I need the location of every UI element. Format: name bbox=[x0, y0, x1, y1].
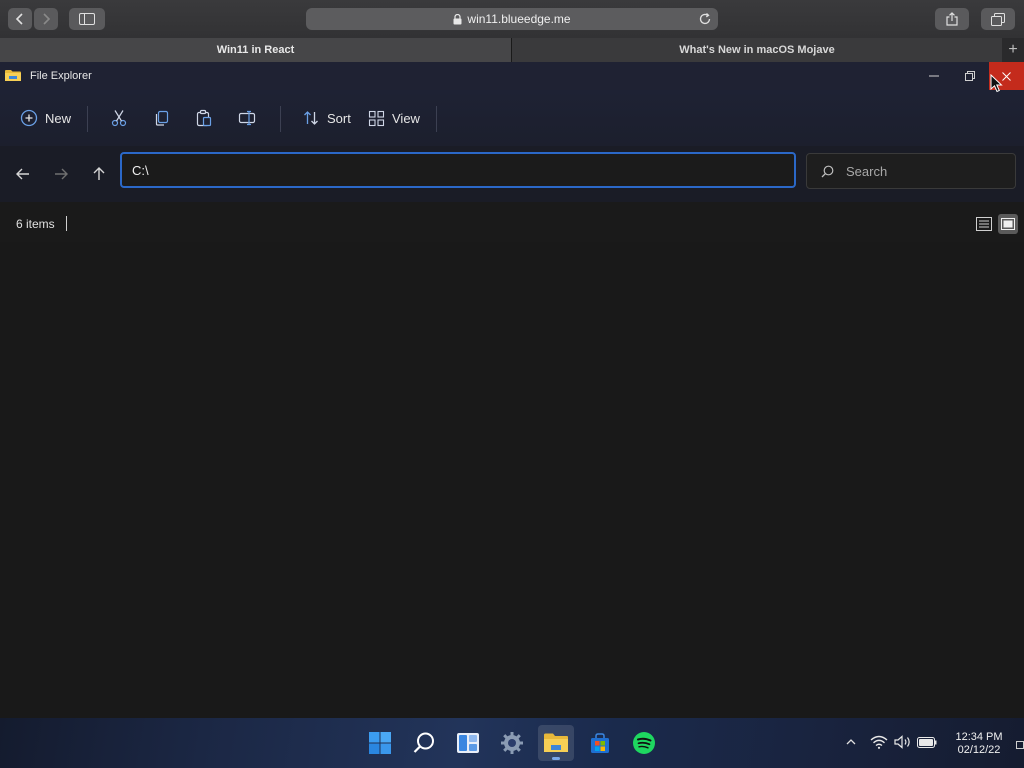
minimize-button[interactable] bbox=[917, 62, 951, 90]
search-icon bbox=[413, 732, 434, 753]
file-explorer-taskbar-button[interactable] bbox=[538, 725, 574, 761]
taskbar-search-button[interactable] bbox=[406, 725, 442, 761]
active-indicator bbox=[552, 757, 560, 760]
search-placeholder: Search bbox=[846, 163, 888, 179]
browser-forward-button[interactable] bbox=[34, 8, 58, 30]
share-button[interactable] bbox=[935, 8, 969, 30]
paste-button[interactable] bbox=[195, 106, 213, 130]
chevron-up-icon bbox=[846, 739, 856, 745]
forward-button[interactable] bbox=[49, 162, 73, 186]
clock-time: 12:34 PM bbox=[955, 731, 1003, 743]
chevron-right-icon bbox=[43, 13, 51, 25]
clock-date: 02/12/22 bbox=[957, 744, 1001, 756]
copy-icon bbox=[155, 110, 169, 126]
address-path: C:\ bbox=[132, 162, 149, 178]
toolbar-divider bbox=[280, 106, 281, 132]
arrow-up-icon bbox=[93, 167, 105, 180]
start-icon bbox=[369, 732, 391, 754]
clock[interactable]: 12:34 PM 02/12/22 bbox=[946, 731, 1012, 757]
volume-button[interactable] bbox=[893, 732, 913, 752]
new-label: New bbox=[45, 110, 72, 126]
address-row: C:\ Search bbox=[0, 146, 1024, 202]
new-button[interactable]: New bbox=[20, 106, 71, 130]
view-button[interactable]: View bbox=[368, 106, 420, 130]
address-input[interactable]: C:\ bbox=[120, 152, 796, 188]
settings-button[interactable] bbox=[494, 725, 530, 761]
store-icon bbox=[591, 733, 609, 753]
lock-icon bbox=[453, 13, 462, 25]
folder-icon bbox=[5, 69, 21, 87]
browser-toolbar: win11.blueedge.me bbox=[0, 0, 1024, 39]
up-button[interactable] bbox=[87, 162, 111, 186]
reload-icon[interactable] bbox=[698, 12, 712, 29]
browser-tab-strip: Win11 in React What's New in macOS Mojav… bbox=[0, 38, 1024, 63]
arrow-right-icon bbox=[55, 168, 68, 180]
cut-button[interactable] bbox=[110, 106, 128, 130]
battery-icon bbox=[917, 736, 937, 748]
volume-icon bbox=[894, 735, 910, 749]
store-button[interactable] bbox=[582, 725, 618, 761]
sort-label: Sort bbox=[327, 110, 351, 126]
view-label: View bbox=[392, 110, 420, 126]
browser-tab-mojave[interactable]: What's New in macOS Mojave bbox=[512, 38, 1002, 62]
browser-back-button[interactable] bbox=[8, 8, 32, 30]
spotify-icon bbox=[633, 732, 655, 754]
status-row: 6 items bbox=[0, 202, 1024, 242]
back-button[interactable] bbox=[11, 162, 35, 186]
browser-tab-win11[interactable]: Win11 in React bbox=[0, 38, 512, 62]
tray-overflow-button[interactable] bbox=[844, 732, 858, 752]
tiles-view-button[interactable] bbox=[998, 214, 1018, 234]
tabs-icon bbox=[991, 12, 1005, 26]
taskbar: 12:34 PM 02/12/22 bbox=[0, 718, 1024, 768]
window-titlebar: File Explorer bbox=[0, 62, 1024, 90]
file-list-area[interactable] bbox=[0, 242, 1024, 718]
paste-icon bbox=[196, 109, 212, 127]
add-circle-icon bbox=[20, 109, 38, 127]
widgets-button[interactable] bbox=[450, 725, 486, 761]
sidebar-icon bbox=[79, 13, 95, 25]
settings-icon bbox=[501, 732, 523, 754]
restore-icon bbox=[965, 71, 975, 81]
tile-view-icon bbox=[1001, 218, 1015, 230]
url-bar[interactable]: win11.blueedge.me bbox=[306, 8, 718, 30]
start-button[interactable] bbox=[362, 725, 398, 761]
item-count: 6 items bbox=[16, 217, 55, 231]
file-explorer-icon bbox=[544, 733, 568, 752]
status-divider bbox=[66, 216, 67, 231]
file-explorer-window: File Explorer New Sort View C:\ Search 6… bbox=[0, 62, 1024, 718]
url-text: win11.blueedge.me bbox=[467, 12, 571, 26]
minimize-icon bbox=[929, 75, 939, 77]
battery-button[interactable] bbox=[916, 732, 938, 752]
sort-icon bbox=[304, 111, 318, 125]
widgets-icon bbox=[457, 733, 479, 753]
tab-overview-button[interactable] bbox=[981, 8, 1015, 30]
wifi-button[interactable] bbox=[869, 732, 889, 752]
view-grid-icon bbox=[368, 110, 385, 126]
toolbar-divider bbox=[87, 106, 88, 132]
search-input[interactable]: Search bbox=[806, 153, 1016, 189]
command-bar: New Sort View bbox=[0, 90, 1024, 146]
chevron-left-icon bbox=[15, 13, 23, 25]
toolbar-divider bbox=[436, 106, 437, 132]
rename-icon bbox=[238, 110, 256, 126]
new-tab-button[interactable]: + bbox=[1002, 38, 1024, 62]
close-icon bbox=[1002, 71, 1011, 81]
wifi-icon bbox=[870, 735, 888, 749]
sort-button[interactable]: Sort bbox=[302, 106, 351, 130]
search-icon bbox=[821, 165, 834, 178]
cut-icon bbox=[111, 110, 127, 127]
list-view-icon bbox=[976, 217, 992, 231]
window-title: File Explorer bbox=[30, 70, 92, 82]
spotify-button[interactable] bbox=[626, 725, 662, 761]
rename-button[interactable] bbox=[238, 106, 256, 130]
arrow-left-icon bbox=[16, 168, 29, 180]
restore-button[interactable] bbox=[953, 62, 987, 90]
copy-button[interactable] bbox=[153, 106, 171, 130]
mouse-cursor-icon bbox=[990, 73, 1003, 98]
details-view-button[interactable] bbox=[974, 214, 994, 234]
show-desktop-button[interactable] bbox=[1016, 741, 1024, 749]
share-icon bbox=[946, 12, 958, 26]
sidebar-toggle-button[interactable] bbox=[69, 8, 105, 30]
